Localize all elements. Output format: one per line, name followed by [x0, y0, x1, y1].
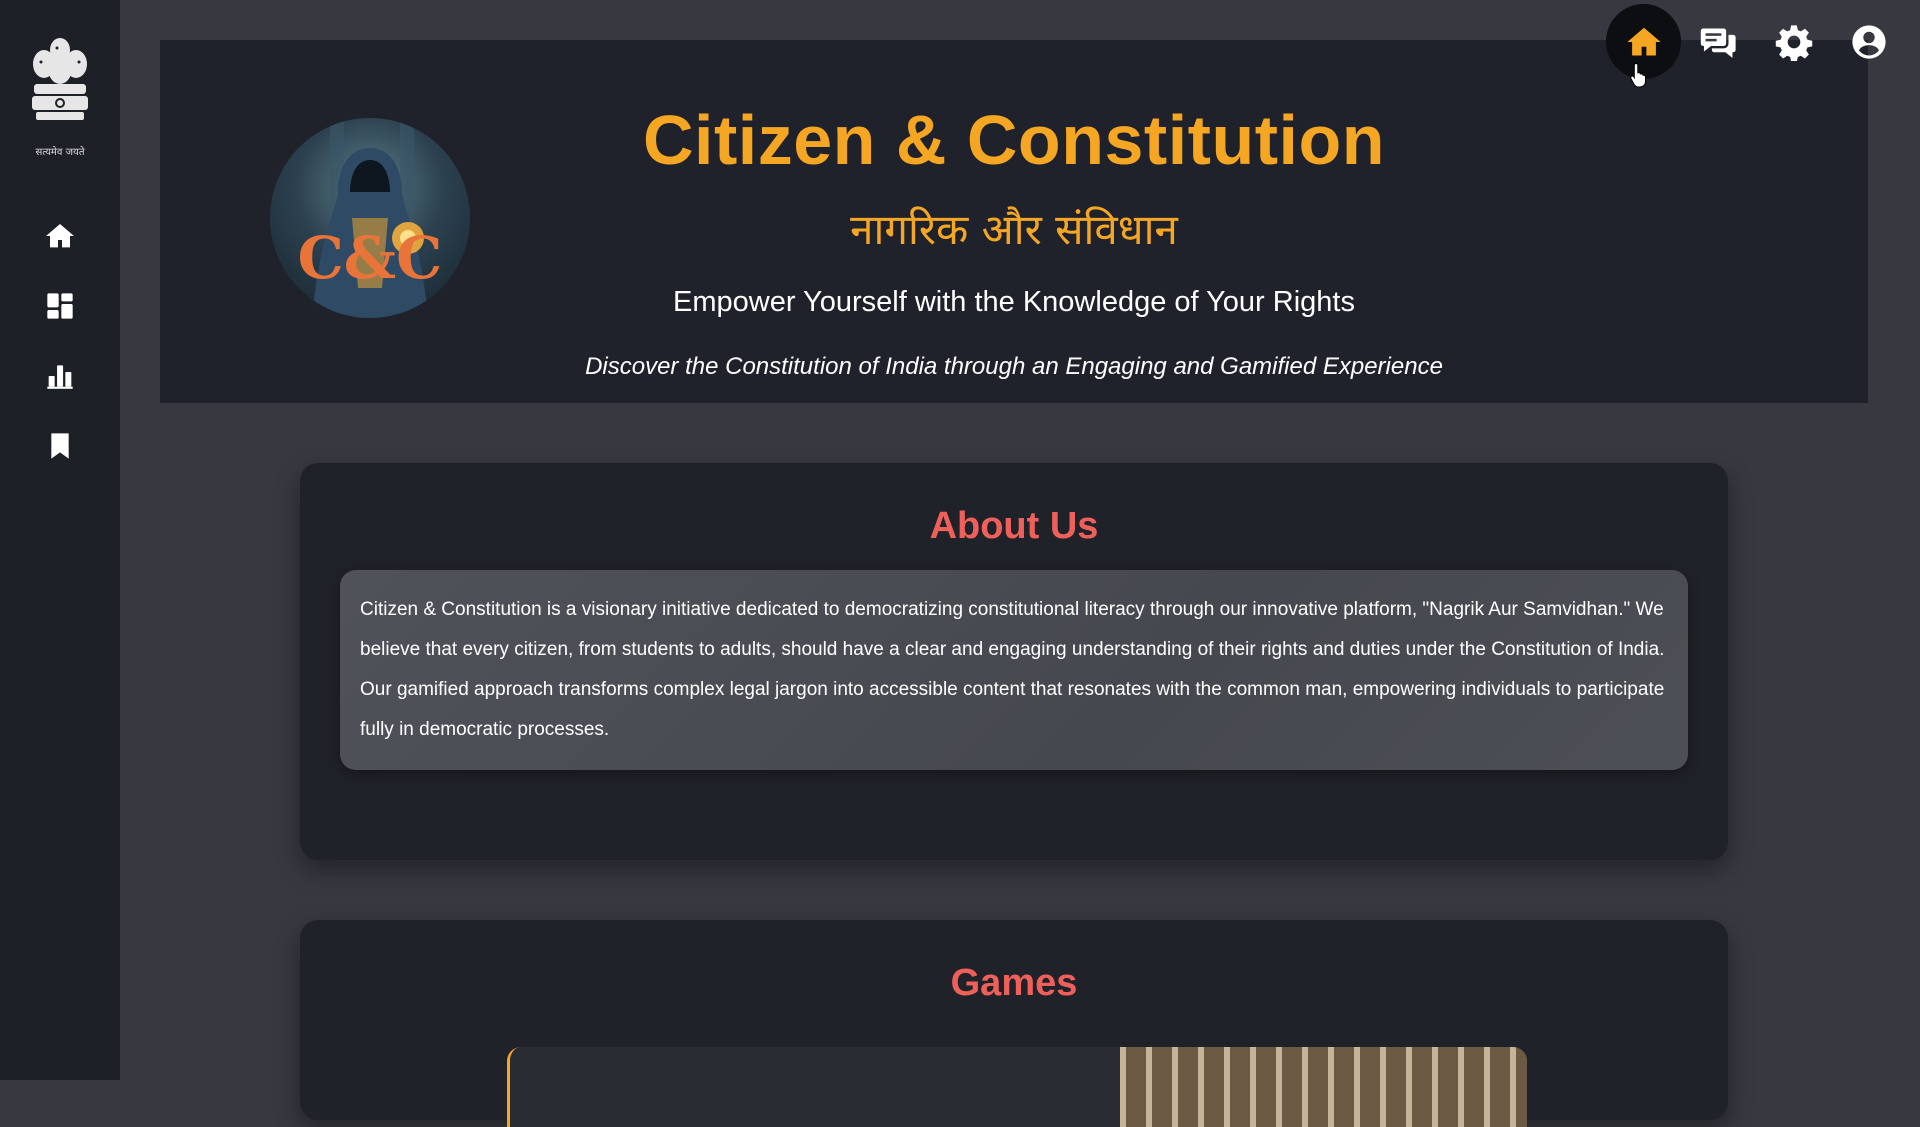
dashboard-icon [47, 293, 73, 319]
sidebar-nav [30, 206, 90, 486]
hindi-title: नागरिक और संविधान [850, 205, 1178, 254]
games-title: Games [950, 962, 1078, 1004]
national-emblem-logo: सत्यमेव जयते [20, 34, 100, 160]
home-icon [1626, 27, 1661, 55]
hero-subtitle: Discover the Constitution of India throu… [585, 353, 1443, 380]
top-settings-button[interactable] [1756, 4, 1831, 79]
hand-cursor-icon [1630, 62, 1646, 88]
games-section: Games [300, 920, 1728, 1127]
user-icon [1851, 24, 1886, 59]
about-title: About Us [929, 505, 1099, 547]
game-card[interactable] [507, 1047, 1527, 1127]
sidebar: सत्यमेव जयते [0, 0, 120, 1080]
hero-banner: C&C Citizen & Constitution नागरिक और संव… [160, 40, 1868, 403]
about-text: Citizen & Constitution is a visionary in… [340, 570, 1688, 770]
chat-icon [1700, 28, 1736, 58]
sidebar-item-dashboard[interactable] [30, 276, 90, 336]
top-toolbar [1606, 4, 1906, 79]
sidebar-item-leaderboard[interactable] [30, 346, 90, 406]
bookmark-icon [51, 433, 69, 459]
sidebar-item-home[interactable] [30, 206, 90, 266]
lion-capital-icon [32, 38, 88, 120]
gear-icon [1775, 24, 1812, 61]
bar-chart-icon [47, 365, 73, 389]
emblem-caption: सत्यमेव जयते [35, 147, 85, 158]
hero-tagline: Empower Yourself with the Knowledge of Y… [673, 286, 1355, 318]
page-title: Citizen & Constitution [642, 101, 1385, 179]
top-chat-button[interactable] [1681, 4, 1756, 79]
top-profile-button[interactable] [1831, 4, 1906, 79]
sidebar-item-bookmarks[interactable] [30, 416, 90, 476]
game-card-body [510, 1047, 1120, 1127]
game-card-image [1120, 1047, 1527, 1127]
home-icon [46, 224, 74, 248]
about-section: About Us Citizen & Constitution is a vis… [300, 463, 1728, 860]
